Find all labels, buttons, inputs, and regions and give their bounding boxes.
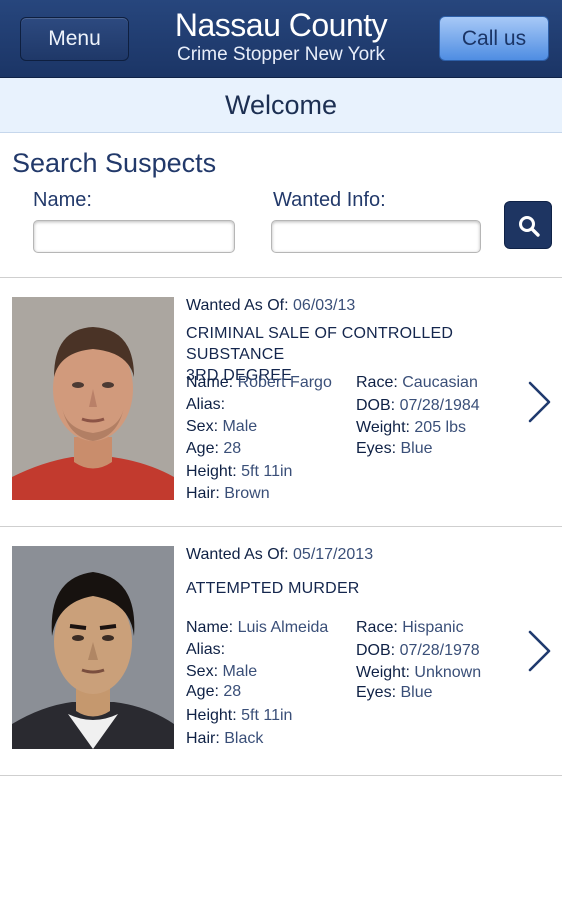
weight-label: Weight: — [356, 664, 410, 681]
wanted-date: 05/17/2013 — [293, 546, 374, 563]
eyes-line: Eyes: Blue — [356, 440, 433, 458]
wanted-info-search-input[interactable] — [271, 220, 481, 253]
wanted-date: 06/03/13 — [293, 297, 356, 314]
suspect-weight: Unknown — [414, 664, 482, 681]
suspect-card[interactable]: Wanted As Of: 06/03/13 CRIMINAL SALE OF … — [0, 278, 562, 526]
hair-label: Hair: — [186, 485, 220, 502]
height-label: Height: — [186, 707, 237, 724]
race-label: Race: — [356, 619, 398, 636]
app-title: Nassau County — [174, 7, 388, 43]
suspect-name: Luis Almeida — [237, 619, 329, 636]
hair-line: Hair: Brown — [186, 485, 270, 503]
race-line: Race: Hispanic — [356, 619, 464, 637]
suspect-dob: 07/28/1984 — [399, 397, 480, 414]
alias-line: Alias: — [186, 641, 225, 659]
wanted-as-of-label: Wanted As Of: — [186, 546, 289, 563]
search-icon — [519, 216, 540, 237]
race-label: Race: — [356, 374, 398, 391]
alias-label: Alias: — [186, 396, 226, 413]
alias-line: Alias: — [186, 396, 225, 414]
suspect-height: 5ft 11in — [241, 463, 293, 480]
eyes-line: Eyes: Blue — [356, 684, 433, 702]
alias-label: Alias: — [186, 641, 226, 658]
name-line: Name: Luis Almeida — [186, 619, 328, 637]
weight-label: Weight: — [356, 419, 410, 436]
suspect-hair: Black — [224, 730, 264, 747]
search-button[interactable] — [504, 201, 552, 249]
search-title: Search Suspects — [12, 148, 217, 178]
weight-line: Weight: Unknown — [356, 664, 481, 682]
sex-label: Sex: — [186, 418, 219, 435]
sex-label: Sex: — [186, 663, 219, 680]
age-line: Age: 28 — [186, 440, 241, 458]
wanted-info-field-label: Wanted Info: — [273, 189, 386, 211]
welcome-banner: Welcome — [0, 78, 562, 133]
hair-label: Hair: — [186, 730, 220, 747]
suspect-race: Caucasian — [402, 374, 478, 391]
dob-line: DOB: 07/28/1984 — [356, 397, 480, 415]
height-label: Height: — [186, 463, 237, 480]
crime-line-1: ATTEMPTED MURDER — [186, 580, 360, 597]
sex-line: Sex: Male — [186, 418, 257, 436]
wanted-as-of-label: Wanted As Of: — [186, 297, 289, 314]
dob-label: DOB: — [356, 397, 396, 414]
age-label: Age: — [186, 683, 219, 700]
race-line: Race: Caucasian — [356, 374, 478, 392]
suspect-sex: Male — [222, 418, 258, 435]
suspect-eyes: Blue — [400, 684, 433, 701]
wanted-date-line: Wanted As Of: 06/03/13 — [186, 297, 355, 315]
eyes-label: Eyes: — [356, 684, 397, 701]
name-line: Name: Robert Fargo — [186, 374, 332, 392]
wanted-date-line: Wanted As Of: 05/17/2013 — [186, 546, 373, 564]
divider — [0, 775, 562, 776]
name-label: Name: — [186, 619, 234, 636]
suspect-photo — [12, 546, 174, 749]
suspect-weight: 205 lbs — [414, 419, 466, 436]
crime-line-1: CRIMINAL SALE OF CONTROLLED SUBSTANCE — [186, 325, 454, 363]
suspect-height: 5ft 11in — [241, 707, 293, 724]
suspect-age: 28 — [223, 440, 242, 457]
call-us-button[interactable]: Call us — [439, 16, 549, 61]
menu-button[interactable]: Menu — [20, 17, 129, 61]
suspect-dob: 07/28/1978 — [399, 642, 480, 659]
suspect-eyes: Blue — [400, 440, 433, 457]
dob-label: DOB: — [356, 642, 396, 659]
name-label: Name: — [186, 374, 234, 391]
suspect-sex: Male — [222, 663, 258, 680]
suspect-photo — [12, 297, 174, 500]
sex-line: Sex: Male — [186, 663, 257, 681]
chevron-right-icon[interactable] — [525, 380, 553, 424]
app-header: Menu Nassau County Crime Stopper New Yor… — [0, 0, 562, 78]
suspect-card[interactable]: Wanted As Of: 05/17/2013 ATTEMPTED MURDE… — [0, 527, 562, 775]
crime-description: ATTEMPTED MURDER — [186, 578, 516, 599]
suspect-age: 28 — [223, 683, 242, 700]
age-label: Age: — [186, 440, 219, 457]
eyes-label: Eyes: — [356, 440, 397, 457]
hair-line: Hair: Black — [186, 730, 263, 748]
suspect-race: Hispanic — [402, 619, 464, 636]
age-line: Age: 28 — [186, 683, 241, 701]
suspect-hair: Brown — [224, 485, 270, 502]
dob-line: DOB: 07/28/1978 — [356, 642, 480, 660]
suspect-name: Robert Fargo — [237, 374, 332, 391]
chevron-right-icon[interactable] — [525, 629, 553, 673]
app-subtitle: Crime Stopper New York — [176, 44, 386, 65]
name-search-input[interactable] — [33, 220, 235, 253]
height-line: Height: 5ft 11in — [186, 463, 292, 481]
name-field-label: Name: — [33, 189, 92, 211]
height-line: Height: 5ft 11in — [186, 707, 292, 725]
weight-line: Weight: 205 lbs — [356, 419, 466, 437]
